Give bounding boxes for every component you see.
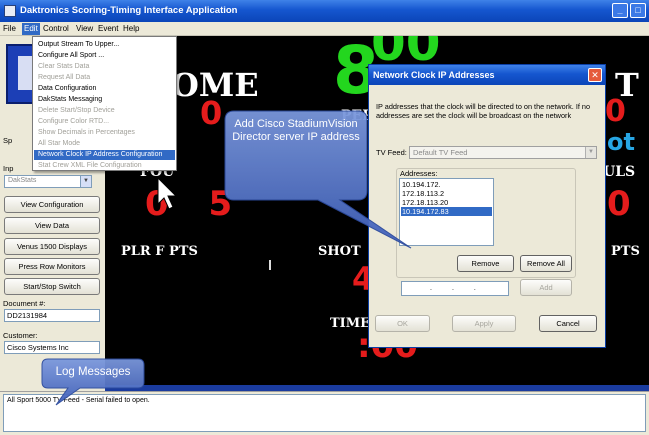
add-cisco-callout-text: Add Cisco StadiumVision Director server … — [232, 118, 360, 143]
cursor-arrow-icon — [157, 176, 178, 210]
log-messages-callout-text: Log Messages — [55, 366, 131, 378]
